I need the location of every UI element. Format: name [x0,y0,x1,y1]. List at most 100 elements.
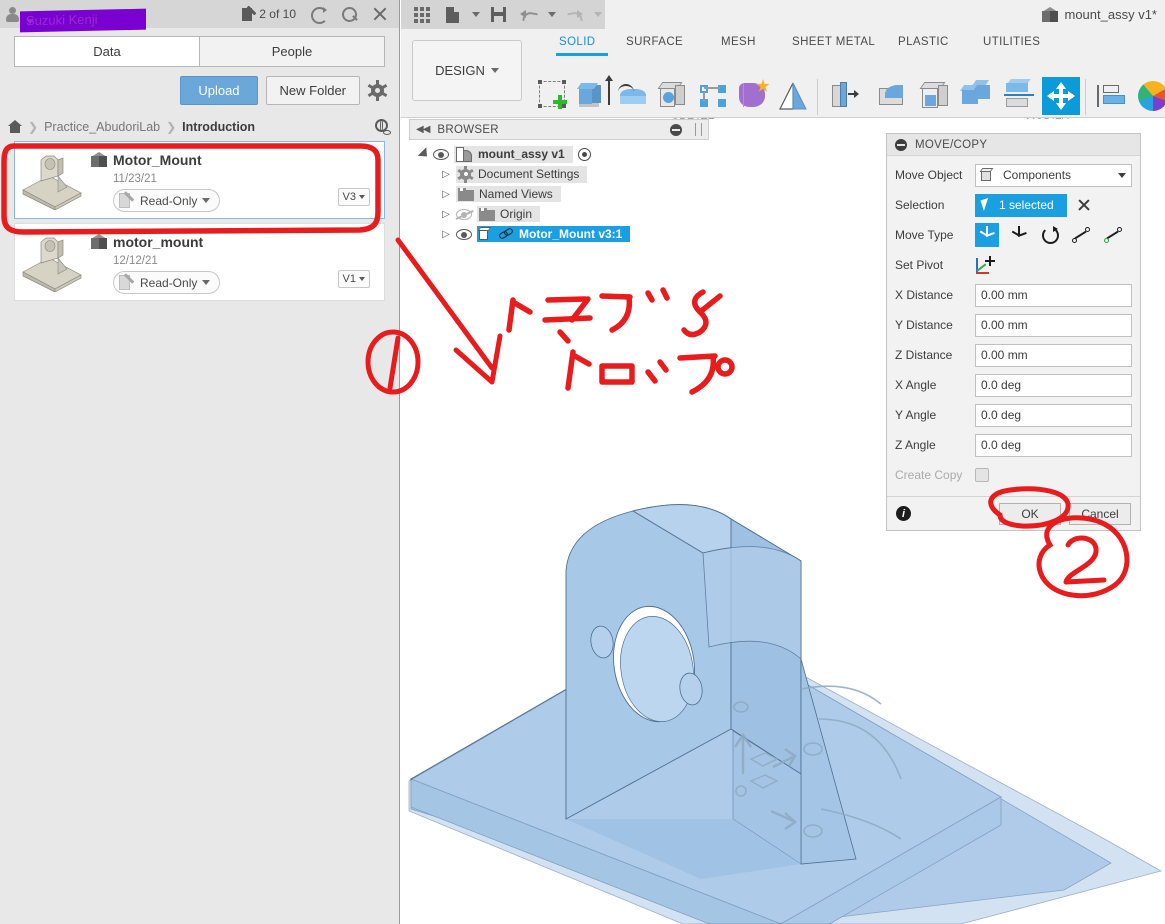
rotate-icon[interactable] [1038,223,1062,247]
save-icon[interactable] [483,0,513,29]
chevron-right-icon[interactable]: ▷ [441,209,451,220]
visibility-eye-off-icon[interactable] [456,208,472,220]
globe-icon[interactable] [374,118,391,135]
access-dropdown[interactable]: Read-Only [113,271,221,294]
field-label: X Distance [895,288,954,302]
create-copy-checkbox[interactable] [975,468,989,482]
tree-root-chip[interactable]: mount_assy v1 [454,145,573,163]
workspace-selector[interactable]: DESIGN [412,40,522,101]
folder-icon [458,187,474,201]
home-icon[interactable] [8,120,22,133]
new-file-icon[interactable] [437,0,467,29]
tree-row-named-views[interactable]: ▷ Named Views [409,184,709,204]
split-body-icon[interactable] [1000,77,1038,115]
app-grid-icon[interactable] [407,0,437,29]
set-pivot-icon[interactable] [975,255,995,275]
tree-item-chip[interactable]: Named Views [456,186,561,202]
flange-icon[interactable] [826,77,864,115]
form-icon[interactable] [734,77,772,115]
revolve-icon[interactable] [614,77,652,115]
redo-dropdown[interactable] [589,0,605,29]
tab-data[interactable]: Data [14,36,199,67]
chevron-right-icon[interactable]: ▷ [441,169,451,180]
breadcrumb-project[interactable]: Practice_AbudoriLab [44,120,160,134]
activate-radio-icon[interactable] [577,147,591,161]
breadcrumb-current: Introduction [182,119,256,134]
create-sketch-icon[interactable] [534,77,572,115]
collapse-icon[interactable]: ◀◀ [416,124,430,135]
tab-solid[interactable]: SOLID [559,36,596,48]
close-icon[interactable] [371,5,389,23]
combine-icon[interactable] [958,77,996,115]
mirror-icon[interactable] [774,77,812,115]
free-move-icon[interactable] [975,223,1000,247]
undo-icon[interactable] [513,0,543,29]
tree-selected-chip[interactable]: Motor_Mount v3:1 [477,226,631,242]
plastic-rule-fillet-icon[interactable] [874,77,912,115]
list-item-title: motor_mount [91,228,376,250]
z-distance-input[interactable]: 0.00 mm [975,343,1132,367]
x-angle-input[interactable]: 0.0 deg [975,373,1132,397]
minimize-icon[interactable] [670,123,682,136]
point-to-position-icon[interactable] [1101,223,1125,247]
y-distance-input[interactable]: 0.00 mm [975,313,1132,337]
tree-item-chip[interactable]: Origin [477,206,541,222]
field-label: Y Distance [895,318,953,332]
new-folder-button[interactable]: New Folder [265,76,360,105]
undo-dropdown[interactable] [543,0,559,29]
list-item[interactable]: Motor_Mount 11/23/21 Read-Only V3 [14,141,385,219]
search-icon[interactable] [340,5,358,23]
move-copy-icon[interactable] [1042,77,1080,115]
chevron-down-icon[interactable] [417,147,432,161]
move-object-select[interactable]: Components [975,163,1132,187]
tab-mesh[interactable]: MESH [721,36,756,48]
tree-item-chip[interactable]: Document Settings [456,165,588,183]
document-tab[interactable]: mount_assy v1* [1041,0,1157,29]
translate-icon[interactable] [1006,223,1030,247]
info-icon[interactable]: i [896,506,911,521]
ok-button[interactable]: OK [999,502,1061,525]
upload-button[interactable]: Upload [180,76,258,105]
extrude-icon[interactable] [574,75,613,115]
cancel-button[interactable]: Cancel [1069,502,1131,525]
user-account-menu[interactable]: Suzuki Kenji [6,6,146,32]
selection-button[interactable]: 1 selected [975,193,1067,217]
z-angle-input[interactable]: 0.0 deg [975,433,1132,457]
version-dropdown[interactable]: V3 [337,188,370,206]
chevron-right-icon[interactable]: ▷ [441,189,451,200]
gear-icon[interactable] [367,80,388,101]
clear-selection-icon[interactable] [1077,198,1091,212]
appearance-icon[interactable] [1134,77,1165,115]
tab-utilities[interactable]: UTILITIES [983,36,1040,48]
new-file-dropdown[interactable] [467,0,483,29]
access-dropdown[interactable]: Read-Only [113,189,221,212]
cursor-icon [982,199,993,212]
chevron-right-icon[interactable]: ▷ [441,229,451,240]
collapse-dot-icon[interactable] [895,138,907,151]
tree-row-root[interactable]: mount_assy v1 [409,144,709,164]
tab-surface[interactable]: SURFACE [626,36,683,48]
x-distance-input[interactable]: 0.00 mm [975,283,1132,307]
y-angle-input[interactable]: 0.0 deg [975,403,1132,427]
refresh-icon[interactable] [309,5,328,24]
list-item[interactable]: motor_mount 12/12/21 Read-Only V1 [14,223,385,301]
tree-row-origin[interactable]: ▷ Origin [409,204,709,224]
hole-icon[interactable] [654,77,692,115]
visibility-eye-icon[interactable] [433,148,449,160]
tree-row-document-settings[interactable]: ▷ Document Settings [409,164,709,184]
tab-people[interactable]: People [199,36,385,67]
tree-row-motor-mount[interactable]: ▷ Motor_Mount v3:1 [409,224,709,244]
plastic-boss-icon[interactable] [916,77,954,115]
point-to-point-icon[interactable] [1069,223,1093,247]
tab-plastic[interactable]: PLASTIC [898,36,949,48]
tab-sheet-metal[interactable]: SHEET METAL [792,36,875,48]
tree-item-label: Origin [500,207,533,221]
align-icon[interactable] [1092,77,1130,115]
version-dropdown[interactable]: V1 [337,270,370,288]
list-item-body: Motor_Mount 11/23/21 Read-Only V3 [85,146,376,214]
redo-icon[interactable] [559,0,589,29]
resize-grip[interactable] [695,123,702,136]
tree-selected-label: Motor_Mount v3:1 [519,227,623,241]
visibility-eye-icon[interactable] [456,228,472,240]
assemble-icon[interactable] [694,77,732,115]
